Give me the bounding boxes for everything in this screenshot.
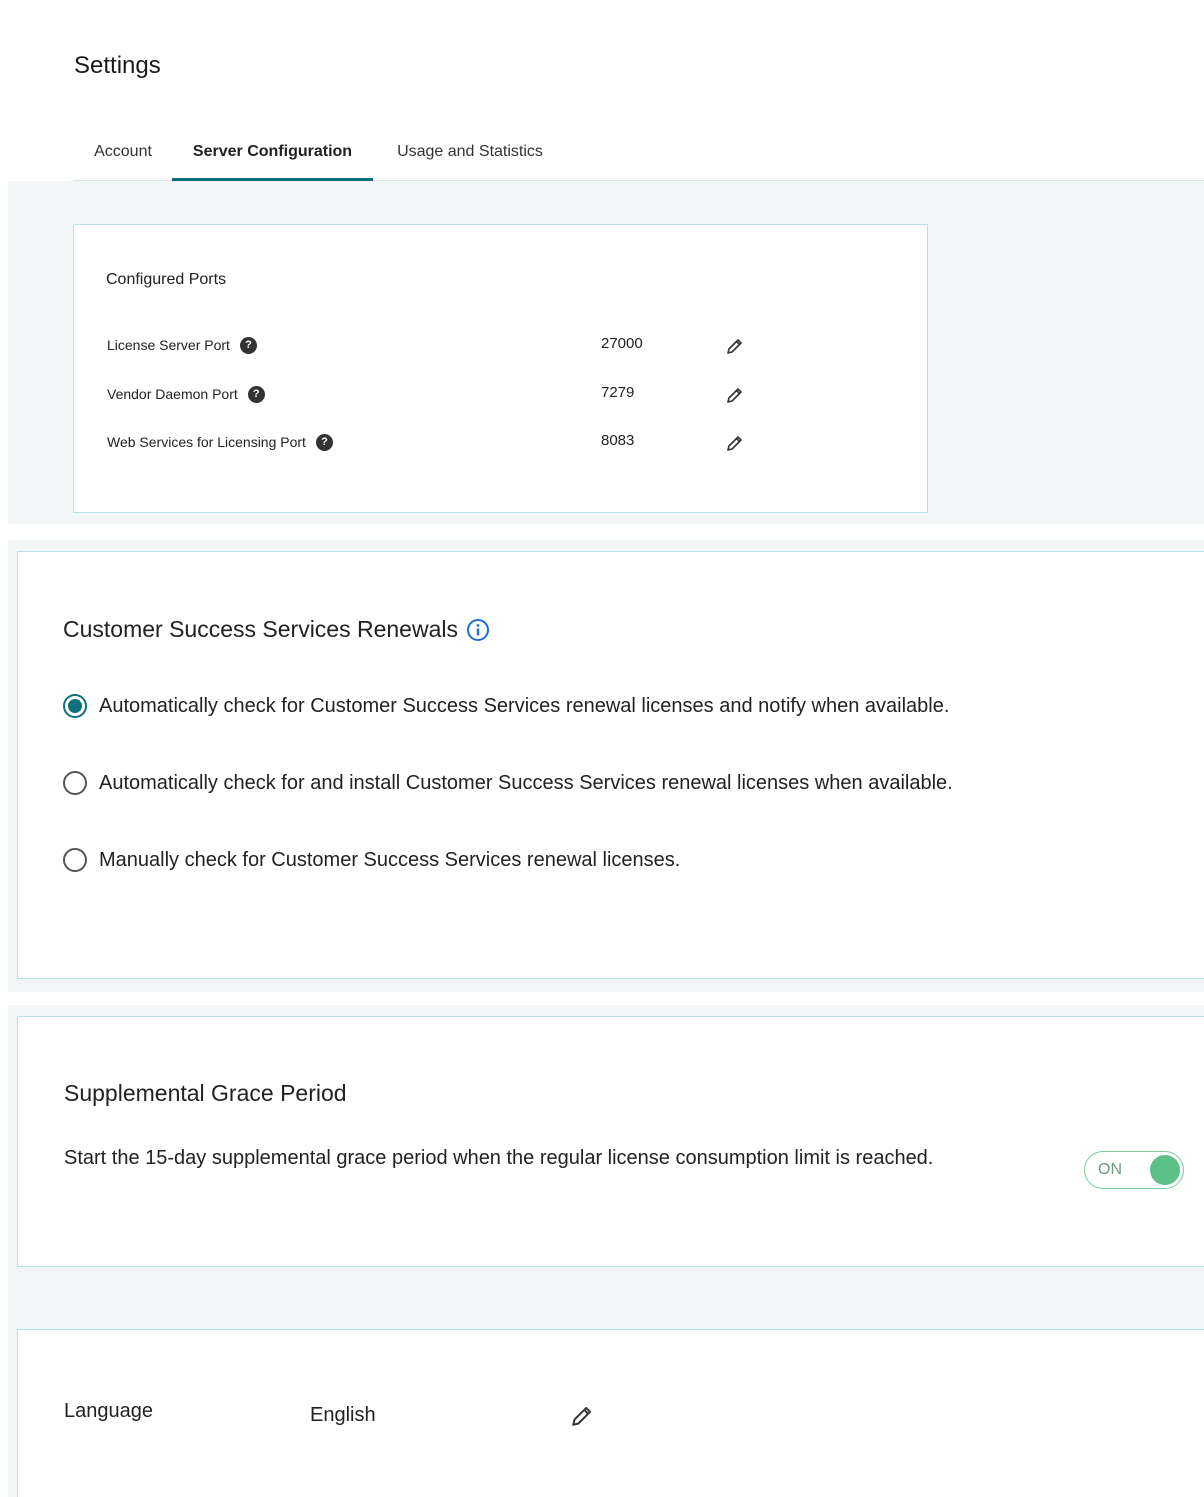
grace-period-toggle[interactable]: ON [1084,1151,1184,1189]
port-label: Web Services for Licensing Port ? [107,430,333,454]
renewal-option-install[interactable]: Automatically check for and install Cust… [63,768,953,798]
toggle-state-label: ON [1098,1161,1122,1178]
css-renewals-title-text: Customer Success Services Renewals [63,616,458,642]
port-label-text: Vendor Daemon Port [107,386,238,402]
pencil-icon[interactable] [724,337,744,357]
port-label: Vendor Daemon Port ? [107,382,265,406]
question-circle-icon[interactable]: ? [247,385,265,403]
grace-period-description: Start the 15-day supplemental grace peri… [64,1147,934,1169]
question-circle-icon[interactable]: ? [315,433,333,451]
renewal-option-manual[interactable]: Manually check for Customer Success Serv… [63,845,680,875]
grace-period-card: Supplemental Grace Period Start the 15-d… [17,1016,1204,1267]
port-value: 8083 [601,432,635,449]
settings-page: Settings Account Server Configuration Us… [0,0,1204,1497]
port-label-text: Web Services for Licensing Port [107,434,306,450]
page-title: Settings [74,52,161,79]
css-renewals-title: Customer Success Services Renewals [63,616,490,643]
tab-account[interactable]: Account [73,132,173,181]
port-row-vendor-daemon: Vendor Daemon Port ? 7279 [74,382,929,412]
radio-button[interactable] [63,694,87,718]
language-card: Language English [17,1329,1204,1497]
question-circle-icon[interactable]: ? [239,336,257,354]
settings-tabs: Account Server Configuration Usage and S… [73,132,1204,182]
tab-server-configuration[interactable]: Server Configuration [172,132,373,182]
port-row-web-services: Web Services for Licensing Port ? 8083 [74,430,929,460]
radio-button[interactable] [63,771,87,795]
port-value: 27000 [601,335,643,352]
pencil-icon[interactable] [724,386,744,406]
radio-button[interactable] [63,848,87,872]
port-label: License Server Port ? [107,333,257,357]
toggle-knob [1150,1155,1180,1185]
radio-label: Manually check for Customer Success Serv… [99,848,681,871]
radio-label: Automatically check for and install Cust… [99,771,953,794]
css-renewals-card: Customer Success Services Renewals Autom… [17,551,1204,979]
radio-label: Automatically check for Customer Success… [99,694,950,717]
tab-usage-and-statistics[interactable]: Usage and Statistics [373,132,567,181]
port-label-text: License Server Port [107,337,230,353]
renewal-option-notify[interactable]: Automatically check for Customer Success… [63,691,949,721]
pencil-icon[interactable] [568,1404,594,1430]
port-row-license-server: License Server Port ? 27000 [74,333,929,363]
port-value: 7279 [601,384,635,401]
pencil-icon[interactable] [724,434,744,454]
configured-ports-title: Configured Ports [106,271,227,288]
grace-period-title: Supplemental Grace Period [64,1080,347,1106]
configured-ports-card: Configured Ports License Server Port ? 2… [73,224,928,513]
language-label: Language [64,1400,153,1422]
info-circle-icon[interactable] [466,618,490,642]
language-value: English [310,1404,376,1426]
